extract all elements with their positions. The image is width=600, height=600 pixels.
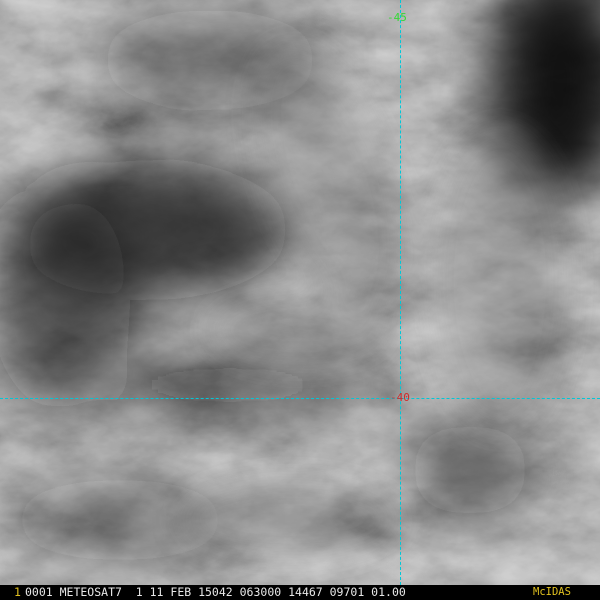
longitude-label: -45: [387, 11, 407, 24]
image-info-text: 0001 METEOSAT7 1 11 FEB 15042 063000 144…: [25, 585, 406, 599]
satellite-imagery: [0, 0, 600, 585]
longitude-crosshair-line: [400, 0, 401, 585]
latitude-label: -40: [390, 391, 410, 404]
software-label: McIDAS: [533, 586, 571, 598]
status-bar: 1 0001 METEOSAT7 1 11 FEB 15042 063000 1…: [0, 585, 600, 600]
frame-number: 1: [14, 585, 21, 599]
latitude-crosshair-line: [0, 398, 600, 399]
satellite-image-viewer: -45 -40 1 0001 METEOSAT7 1 11 FEB 15042 …: [0, 0, 600, 600]
